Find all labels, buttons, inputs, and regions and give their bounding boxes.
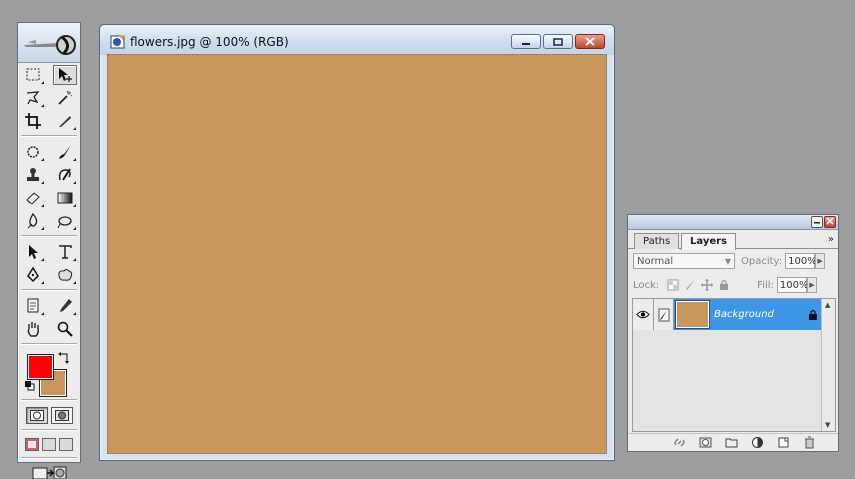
chevron-down-icon: ▼ <box>724 257 731 266</box>
lock-all-icon[interactable] <box>718 279 730 291</box>
jump-to-imageready-icon[interactable] <box>29 464 69 479</box>
pen-tool-icon[interactable] <box>21 265 45 285</box>
eyedropper-tool-icon[interactable] <box>53 296 77 316</box>
layer-thumbnail[interactable] <box>676 301 709 328</box>
color-swatches <box>18 348 80 397</box>
blend-mode-select[interactable]: Normal ▼ <box>633 253 735 269</box>
fill-input[interactable]: 100% <box>776 277 809 293</box>
layer-name[interactable]: Background <box>714 309 774 320</box>
close-icon <box>585 37 595 46</box>
history-brush-tool-icon[interactable] <box>53 165 77 185</box>
minimize-button[interactable] <box>511 34 541 49</box>
close-button[interactable] <box>575 34 605 49</box>
minimize-icon <box>814 222 820 224</box>
dodge-tool-icon[interactable] <box>53 211 77 231</box>
lock-position-icon[interactable] <box>701 279 714 291</box>
eraser-tool-icon[interactable] <box>21 188 45 208</box>
gradient-tool-icon[interactable] <box>53 188 77 208</box>
full-screen-mode-button[interactable] <box>59 437 73 451</box>
foreground-color-swatch[interactable] <box>27 354 54 380</box>
fill-slider-button[interactable]: ▶ <box>806 277 817 293</box>
layer-edit-indicator[interactable] <box>654 299 674 330</box>
delete-layer-icon[interactable] <box>803 436 816 449</box>
document-title: flowers.jpg @ 100% (RGB) <box>130 35 289 49</box>
brush-icon <box>658 308 669 321</box>
minimize-icon <box>522 42 530 45</box>
blend-row: Normal ▼ Opacity: 100% ▶ <box>628 249 838 273</box>
scroll-down-icon[interactable]: ▼ <box>825 421 830 429</box>
tab-layers[interactable]: Layers <box>681 233 736 250</box>
zoom-tool-icon[interactable] <box>53 319 77 339</box>
lock-icon <box>809 309 817 320</box>
quick-mask-button[interactable] <box>50 406 73 424</box>
opacity-label: Opacity: <box>741 255 783 267</box>
opacity-slider-button[interactable]: ▶ <box>815 253 826 269</box>
path-selection-tool-icon[interactable] <box>21 242 45 262</box>
palette-minimize-button[interactable] <box>811 216 823 228</box>
layers-scrollbar[interactable]: ▲ ▼ <box>821 299 835 431</box>
feather-logo-icon <box>24 35 76 55</box>
scroll-up-icon[interactable]: ▲ <box>825 301 830 309</box>
lock-row: Lock: Fill: 100% ▶ <box>628 273 838 297</box>
lock-label: Lock: <box>633 279 660 291</box>
custom-shape-tool-icon[interactable] <box>53 265 77 285</box>
maximize-button[interactable] <box>543 34 573 49</box>
layers-list: Background ▲ ▼ <box>632 298 836 432</box>
toolbox <box>17 22 81 479</box>
standard-mode-icon <box>29 409 44 421</box>
palette-tabs: Paths Layers » <box>628 230 838 250</box>
magic-wand-tool-icon[interactable] <box>53 88 77 108</box>
standard-screen-mode-button[interactable] <box>25 437 39 451</box>
palette-menu-button[interactable]: » <box>828 234 834 245</box>
move-tool-icon[interactable] <box>53 64 77 85</box>
maximize-icon <box>553 37 563 46</box>
image-canvas[interactable] <box>107 54 607 454</box>
tab-paths[interactable]: Paths <box>634 233 680 249</box>
clone-stamp-tool-icon[interactable] <box>21 165 45 185</box>
close-icon <box>826 217 834 225</box>
palette-footer <box>628 433 838 451</box>
opacity-input[interactable]: 100% <box>785 253 817 269</box>
lock-image-pixels-icon[interactable] <box>684 279 696 291</box>
layer-row-background[interactable]: Background <box>633 299 821 330</box>
hand-tool-icon[interactable] <box>21 319 45 339</box>
document-window: flowers.jpg @ 100% (RGB) <box>99 24 615 461</box>
default-colors-icon[interactable] <box>25 381 35 391</box>
palette-title-bar[interactable] <box>628 215 838 230</box>
new-layer-icon[interactable] <box>777 436 790 449</box>
blend-mode-value: Normal <box>637 255 674 267</box>
blur-tool-icon[interactable] <box>21 211 45 231</box>
healing-brush-tool-icon[interactable] <box>21 142 45 162</box>
brush-tool-icon[interactable] <box>53 142 77 162</box>
palette-close-button[interactable] <box>824 216 836 228</box>
rectangular-marquee-tool-icon[interactable] <box>21 65 45 85</box>
fill-label: Fill: <box>757 279 774 291</box>
quick-mask-icon <box>54 409 69 421</box>
layers-palette: Paths Layers » Normal ▼ Opacity: 100% ▶ … <box>627 214 839 452</box>
layer-visibility-toggle[interactable] <box>633 299 654 330</box>
lock-transparent-pixels-icon[interactable] <box>667 279 679 291</box>
photoshop-document-icon <box>110 35 125 49</box>
slice-tool-icon[interactable] <box>53 111 77 131</box>
type-tool-icon[interactable] <box>53 242 77 262</box>
link-layers-icon[interactable] <box>673 436 686 449</box>
document-title-bar[interactable]: flowers.jpg @ 100% (RGB) <box>100 25 614 55</box>
new-adjustment-layer-icon[interactable] <box>751 436 764 449</box>
new-group-icon[interactable] <box>725 436 738 449</box>
full-screen-menu-mode-button[interactable] <box>42 437 56 451</box>
toolbox-header[interactable] <box>18 23 80 63</box>
swap-colors-icon[interactable] <box>58 352 70 364</box>
add-layer-mask-icon[interactable] <box>699 436 712 449</box>
lasso-tool-icon[interactable] <box>21 88 45 108</box>
notes-tool-icon[interactable] <box>21 296 45 316</box>
crop-tool-icon[interactable] <box>21 111 45 131</box>
eye-icon <box>636 310 650 319</box>
standard-mode-button[interactable] <box>25 406 48 424</box>
